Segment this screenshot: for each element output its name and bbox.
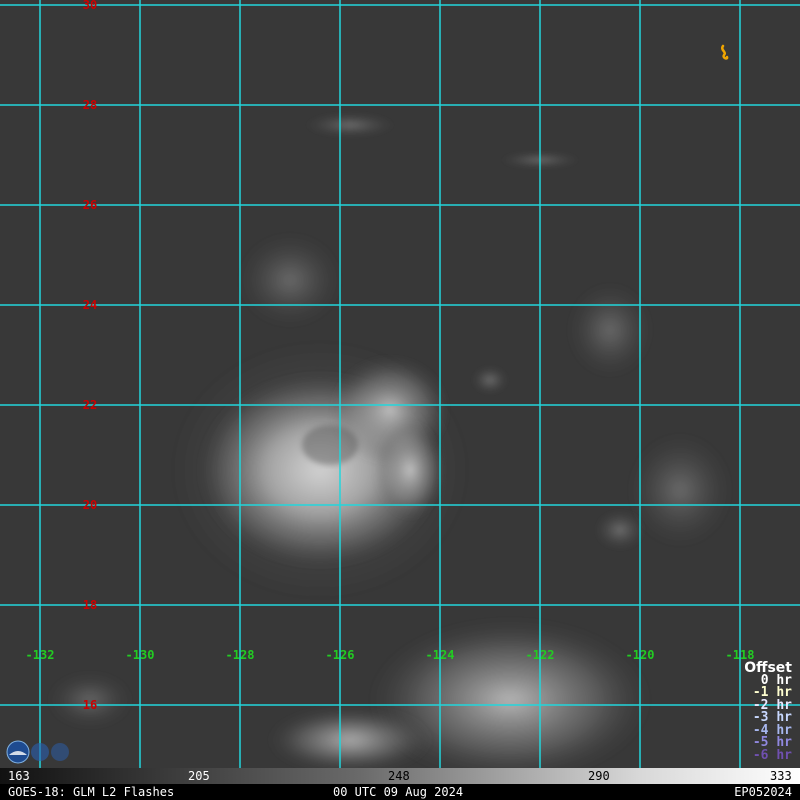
- latitude-label: 22: [83, 398, 97, 412]
- colorbar-tick-label: 290: [588, 769, 610, 783]
- footer-product-label: GOES-18: GLM L2 Flashes: [8, 785, 175, 799]
- east-cloud-cluster: [630, 435, 730, 545]
- footer-bar: GOES-18: GLM L2 Flashes 00 UTC 09 Aug 20…: [0, 784, 800, 800]
- southwest-cloud-cluster: [270, 710, 430, 768]
- latitude-label: 16: [83, 698, 97, 712]
- longitude-label: -132: [26, 648, 55, 662]
- footer-storm-id: EP052024: [734, 785, 792, 799]
- longitude-label: -128: [226, 648, 255, 662]
- footer-timestamp: 00 UTC 09 Aug 2024: [333, 785, 464, 799]
- colorbar-tick-label: 205: [188, 769, 210, 783]
- noaa-logo: [6, 740, 69, 764]
- storm-eye-dark: [302, 425, 358, 465]
- offset-legend: Offset 0 hr -1 hr -2 hr -3 hr -4 hr -5 hr -6 h…: [744, 661, 792, 763]
- longitude-label: -130: [126, 648, 155, 662]
- colorbar-tick-label: 163: [8, 769, 30, 783]
- latitude-label: 28: [83, 98, 97, 112]
- latitude-label: 18: [83, 598, 97, 612]
- small-cloud-patch: [472, 366, 508, 394]
- satellite-map: 30 28 26 24 22 20 18 16 -132 -130 -128 -126 -124 -122…: [0, 0, 800, 768]
- colorbar-tick-label: 248: [388, 769, 410, 783]
- offset-legend-item: -6 hr: [752, 747, 792, 763]
- longitude-label: -126: [326, 648, 355, 662]
- east-cloud-cluster-2: [570, 285, 650, 375]
- north-cirrus-streak: [305, 113, 395, 137]
- small-cloud-patch-2: [595, 510, 645, 550]
- latitude-label: 26: [83, 198, 97, 212]
- northwest-feeder-band: [240, 235, 340, 325]
- latitude-label: 20: [83, 498, 97, 512]
- latitude-label: 24: [83, 298, 97, 312]
- latitude-label: 30: [83, 0, 97, 12]
- longitude-label: -124: [426, 648, 455, 662]
- longitude-label: -122: [526, 648, 555, 662]
- colorbar-tick-label: 333: [770, 769, 792, 783]
- longitude-label: -120: [626, 648, 655, 662]
